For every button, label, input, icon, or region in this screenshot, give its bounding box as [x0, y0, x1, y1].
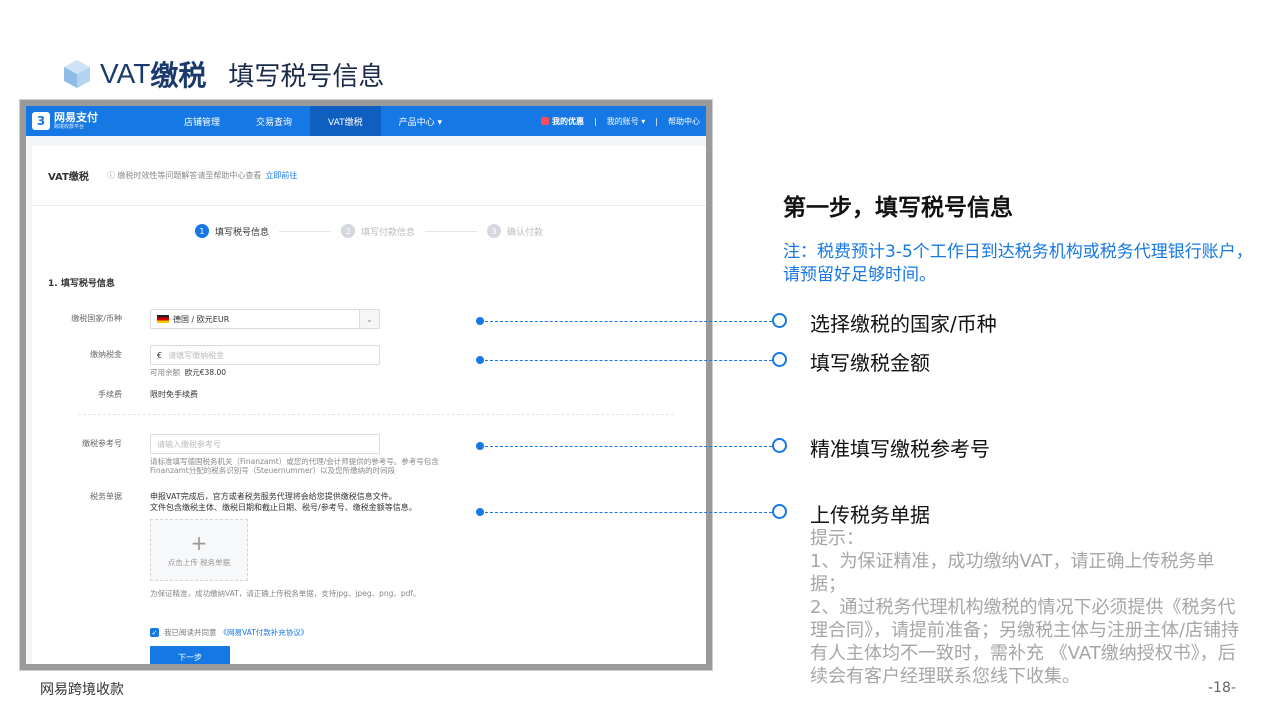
help-tip: ⓘ 缴税时效性等问题解答请至帮助中心查看 立即前往 [106, 171, 298, 180]
ref-label: 缴税参考号 [82, 439, 122, 448]
page-number: -18- [1208, 680, 1236, 696]
stepper: 1 填写税号信息 2 填写付款信息 3 确认付款 [32, 206, 706, 256]
nav-item-products[interactable]: 产品中心 ▾ [381, 106, 460, 136]
country-select[interactable]: 德国 / 欧元EUR ⌄ [150, 309, 380, 329]
upload-box[interactable]: + 点击上传 税务单据 [150, 519, 248, 582]
cube-icon [64, 60, 90, 88]
ref-input[interactable]: 请输入缴税参考号 [150, 434, 380, 454]
agreement-link[interactable]: 《网易VAT付款补充协议》 [220, 627, 309, 638]
nav-separator: | [655, 116, 658, 126]
doc-label: 税务单据 [90, 492, 122, 501]
nav-item-transactions[interactable]: 交易查询 [238, 106, 310, 136]
nav-separator: | [594, 116, 597, 126]
agree-checkbox-row[interactable]: ✓ 我已阅读并同意 《网易VAT付款补充协议》 [150, 627, 308, 638]
top-nav: 3 网易支付 跨境收款平台 店铺管理 交易查询 VAT缴税 产品中心 ▾ 我的优… [26, 106, 706, 136]
help-link[interactable]: 立即前往 [265, 171, 297, 180]
tip-1: 1、为保证精准，成功缴纳VAT，请正确上传税务单据； [810, 551, 1215, 596]
page-title: VAT缴税 [48, 172, 89, 183]
logo-icon: 3 [32, 112, 50, 130]
slide-title: VAT 缴税 填写税号信息 [62, 54, 384, 94]
subtitle: 填写税号信息 [228, 61, 385, 92]
country-label: 缴税国家/币种 [71, 314, 122, 323]
doc-row: 税务单据 申报VAT完成后，官方或者税务服务代理将会给您提供缴税信息文件。 文件… [32, 491, 470, 598]
content-card: VAT缴税 ⓘ 缴税时效性等问题解答请至帮助中心查看 立即前往 1 填写税号信息 2… [32, 146, 706, 664]
logo-tagline: 跨境收款平台 [54, 124, 85, 130]
doc-note-1: 申报VAT完成后，官方或者税务服务代理将会给您提供缴税信息文件。 [150, 492, 397, 501]
callout-upload: 上传税务单据 [810, 503, 930, 527]
balance: 可用余额 欧元€38.00 [150, 368, 227, 377]
step-1: 1 填写税号信息 [194, 224, 269, 238]
callout-country: 选择缴税的国家/币种 [810, 312, 997, 336]
tip-2: 2、通过税务代理机构缴税的情况下必须提供《税务代理合同》，请提前准备；另缴税主体… [810, 597, 1240, 688]
title-prefix: VAT [100, 58, 151, 89]
nav-right: 我的优惠 | 我的账号 ▾ | 帮助中心 [531, 106, 700, 136]
card-header: VAT缴税 ⓘ 缴税时效性等问题解答请至帮助中心查看 立即前往 [32, 146, 706, 206]
ref-row: 缴税参考号 请输入缴税参考号 请标准填写德国税务机关（Finanzamt）或您的… [32, 434, 450, 475]
next-button[interactable]: 下一步 [150, 646, 230, 664]
amount-input[interactable]: € 请填写缴纳税金 [150, 345, 380, 365]
gift-icon [541, 117, 550, 125]
fee-value: 限时免手续费 [150, 390, 198, 399]
upload-hint: 为保证精准，成功缴纳VAT，请正确上传税务单据，支持jpg、jpeg、png、p… [150, 589, 421, 599]
app-screenshot: 3 网易支付 跨境收款平台 店铺管理 交易查询 VAT缴税 产品中心 ▾ 我的优… [20, 100, 712, 670]
plus-icon: + [190, 530, 208, 555]
help-center-link[interactable]: 帮助中心 [668, 116, 700, 127]
step-2: 2 填写付款信息 [340, 224, 415, 238]
callout-amount: 填写缴税金额 [810, 351, 930, 375]
fee-row: 手续费 限时免手续费 [32, 389, 198, 400]
step-note: 注：税费预计3-5个工作日到达税务机构或税务代理银行账户，请预留好足够时间。 [783, 242, 1253, 285]
fee-label: 手续费 [98, 390, 122, 399]
amount-row: 缴纳税金 € 请填写缴纳税金 可用余额 欧元€38.00 [32, 345, 380, 377]
callout-reference: 精准填写缴税参考号 [810, 437, 990, 461]
logo[interactable]: 3 网易支付 跨境收款平台 [26, 106, 166, 136]
section-title: 1. 填写税号信息 [48, 279, 115, 289]
nav-item-shop[interactable]: 店铺管理 [166, 106, 238, 136]
chevron-down-icon: ⌄ [359, 310, 379, 328]
tips: 提示： 1、为保证精准，成功缴纳VAT，请正确上传税务单据； 2、通过税务代理机… [810, 527, 1250, 688]
title-bold: 缴税 [150, 59, 207, 92]
flag-de-icon [157, 315, 169, 323]
amount-label: 缴纳税金 [90, 350, 122, 359]
step-3: 3 确认付款 [487, 224, 543, 238]
checkbox-checked-icon[interactable]: ✓ [150, 628, 159, 637]
tips-heading: 提示： [810, 528, 864, 549]
logo-name: 网易支付 [54, 111, 98, 124]
ref-note: 请标准填写德国税务机关（Finanzamt）或您的代理/会计师提供的参考号。参考… [150, 457, 439, 475]
country-row: 缴税国家/币种 德国 / 欧元EUR ⌄ [32, 309, 380, 329]
nav-item-vat[interactable]: VAT缴税 [310, 106, 381, 136]
offers-link[interactable]: 我的优惠 [541, 116, 584, 127]
agree-row: ✓ 我已阅读并同意 《网易VAT付款补充协议》 下一步 [32, 627, 308, 664]
slide: VAT 缴税 填写税号信息 3 网易支付 跨境收款平台 店铺管理 交易查询 VA… [0, 0, 1280, 720]
info-icon: ⓘ [106, 171, 118, 180]
step-title: 第一步，填写税号信息 [783, 195, 1013, 221]
account-menu[interactable]: 我的账号 ▾ [607, 116, 646, 127]
footer-brand: 网易跨境收款 [22, 672, 142, 706]
doc-note-2: 文件包含缴税主体、缴税日期和截止日期、税号/参考号、缴税金额等信息。 [150, 503, 417, 513]
